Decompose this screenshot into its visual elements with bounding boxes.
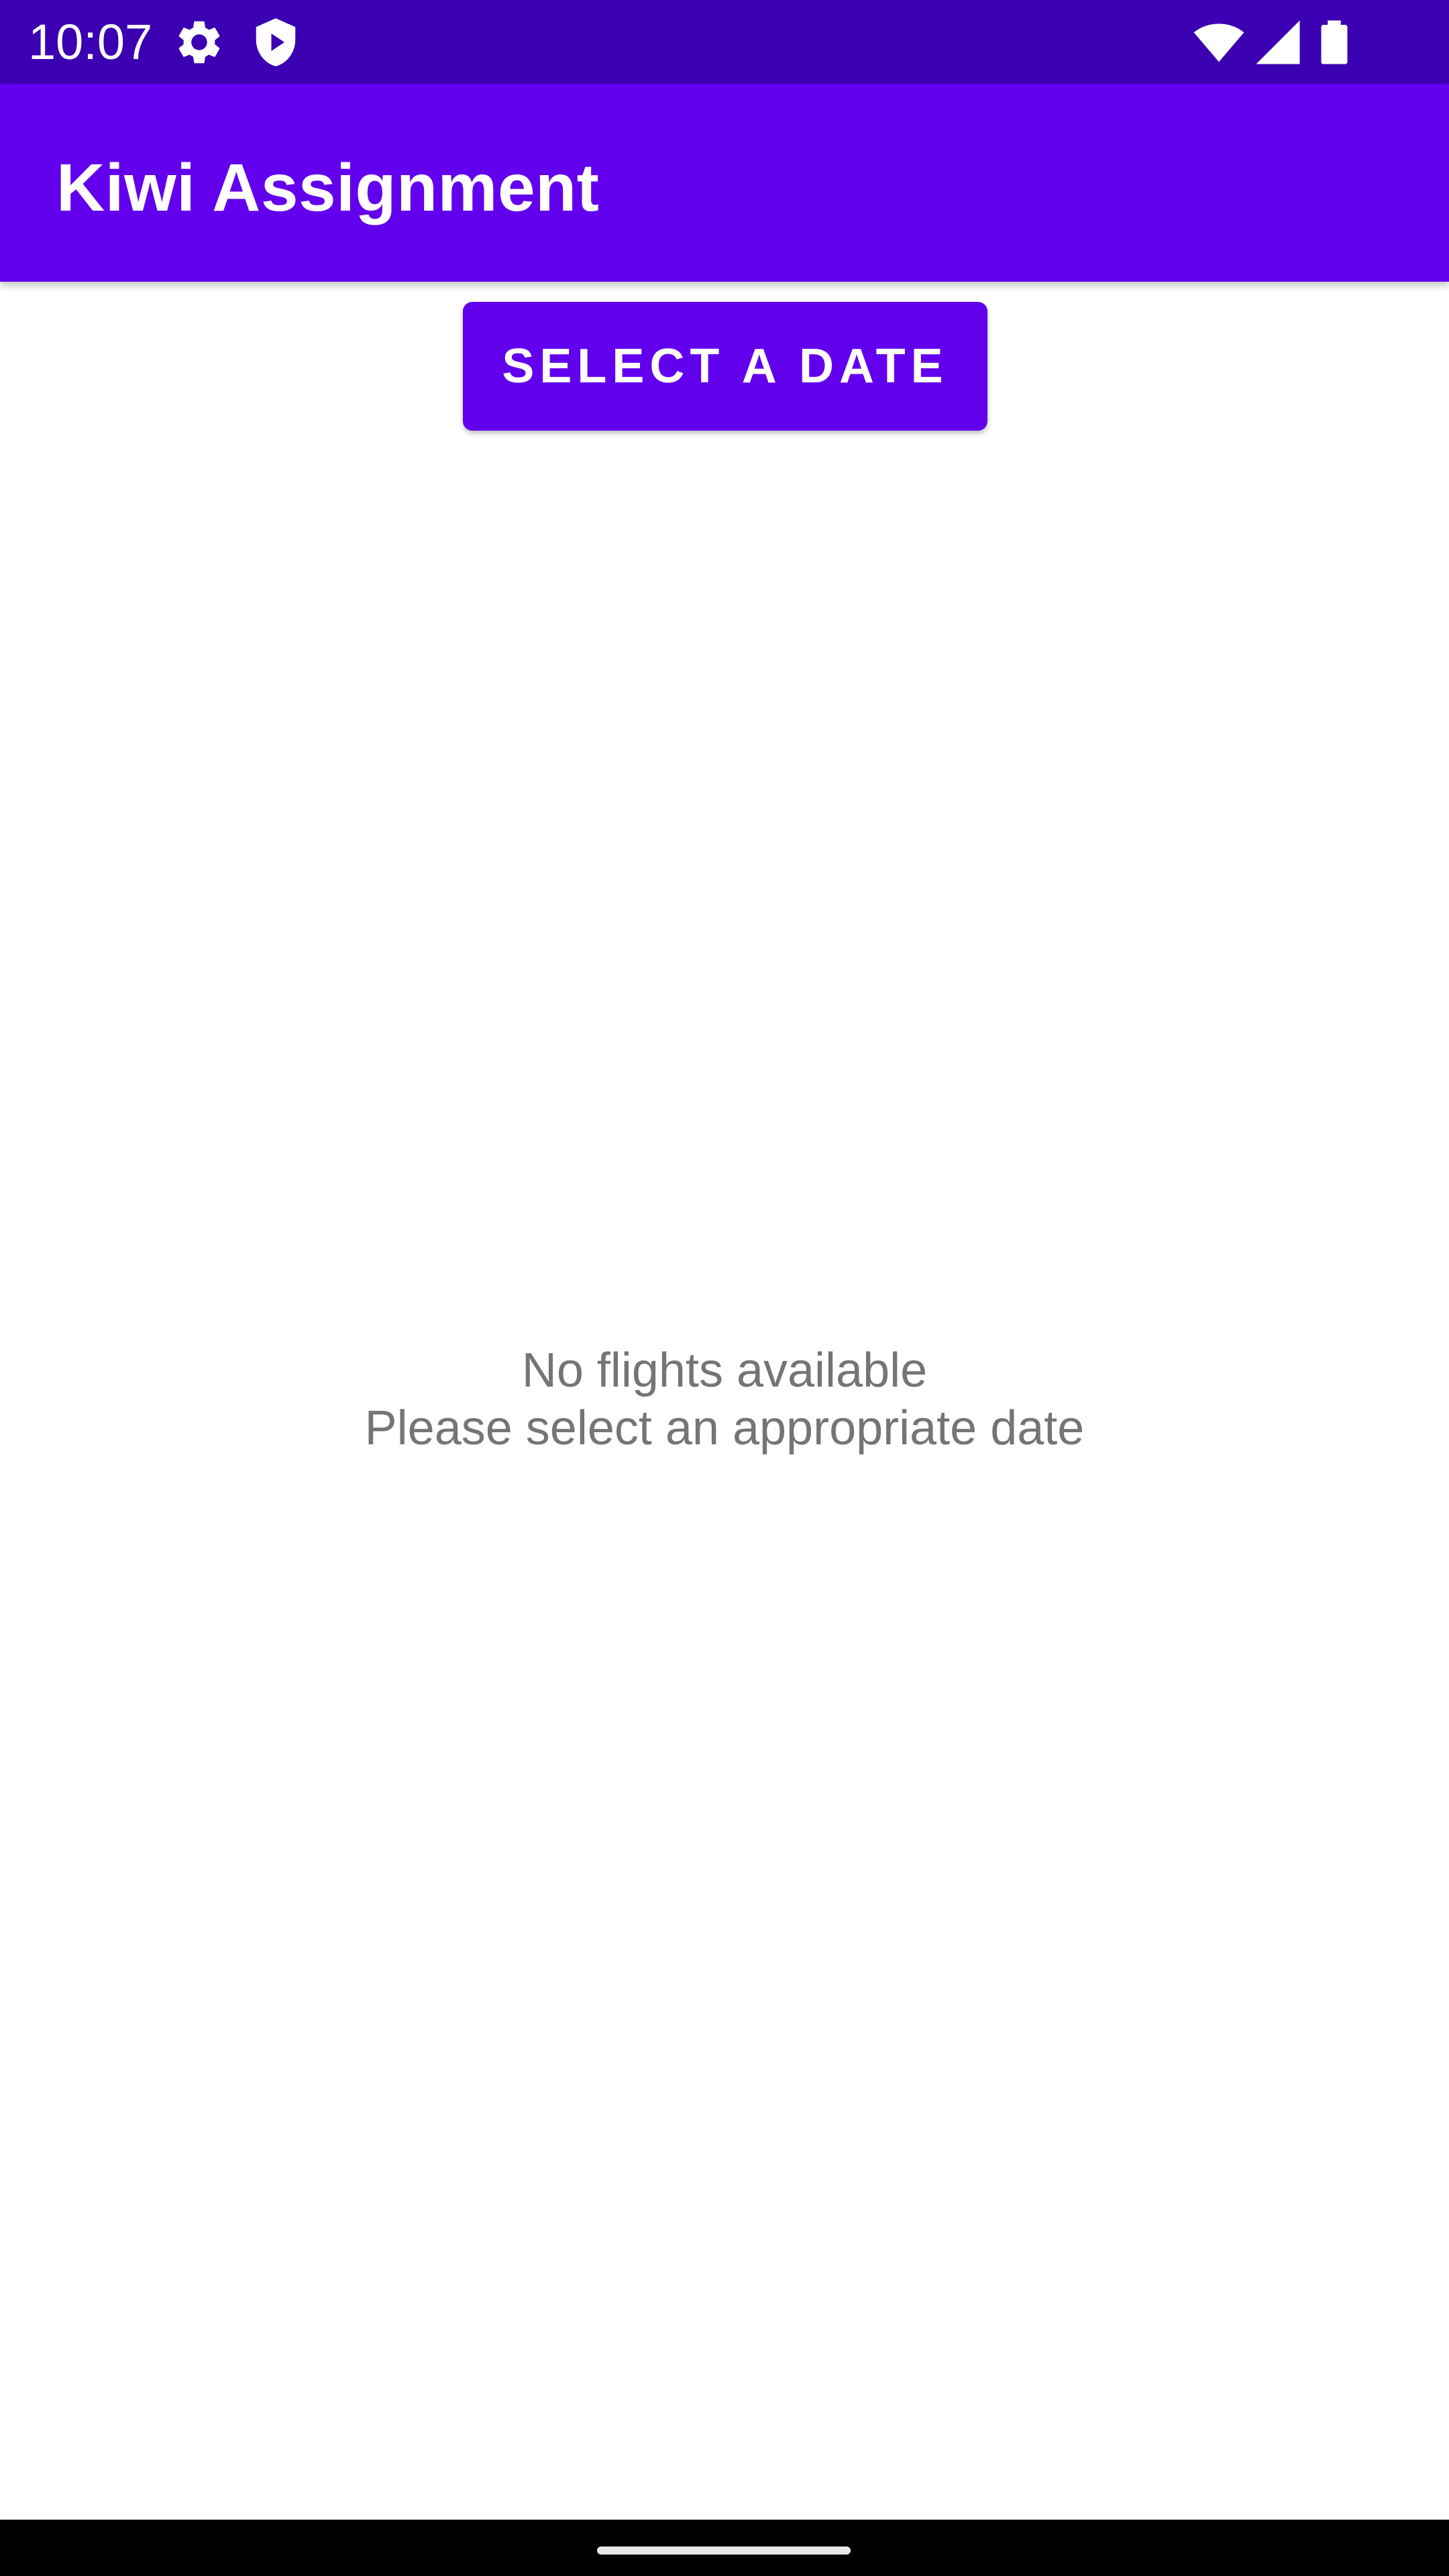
- app-screen: 10:07 Kiwi Assignment SELECT A DATE No f…: [0, 0, 1449, 2576]
- status-time: 10:07: [28, 14, 153, 70]
- select-date-hint-text: Please select an appropriate date: [364, 1401, 1085, 1455]
- select-date-button[interactable]: SELECT A DATE: [463, 302, 987, 431]
- app-title: Kiwi Assignment: [56, 150, 600, 225]
- no-flights-text: No flights available: [521, 1344, 928, 1397]
- status-bar: 10:07: [0, 0, 1449, 84]
- shield-play-icon: [250, 16, 302, 68]
- battery-icon: [1308, 16, 1360, 68]
- home-gesture-handle[interactable]: [597, 2546, 851, 2555]
- wifi-icon: [1193, 16, 1245, 68]
- settings-gear-icon: [173, 16, 225, 68]
- empty-state-message: No flights available Please select an ap…: [0, 1342, 1449, 1457]
- app-toolbar: Kiwi Assignment: [0, 84, 1449, 282]
- cellular-signal-icon: [1252, 16, 1304, 68]
